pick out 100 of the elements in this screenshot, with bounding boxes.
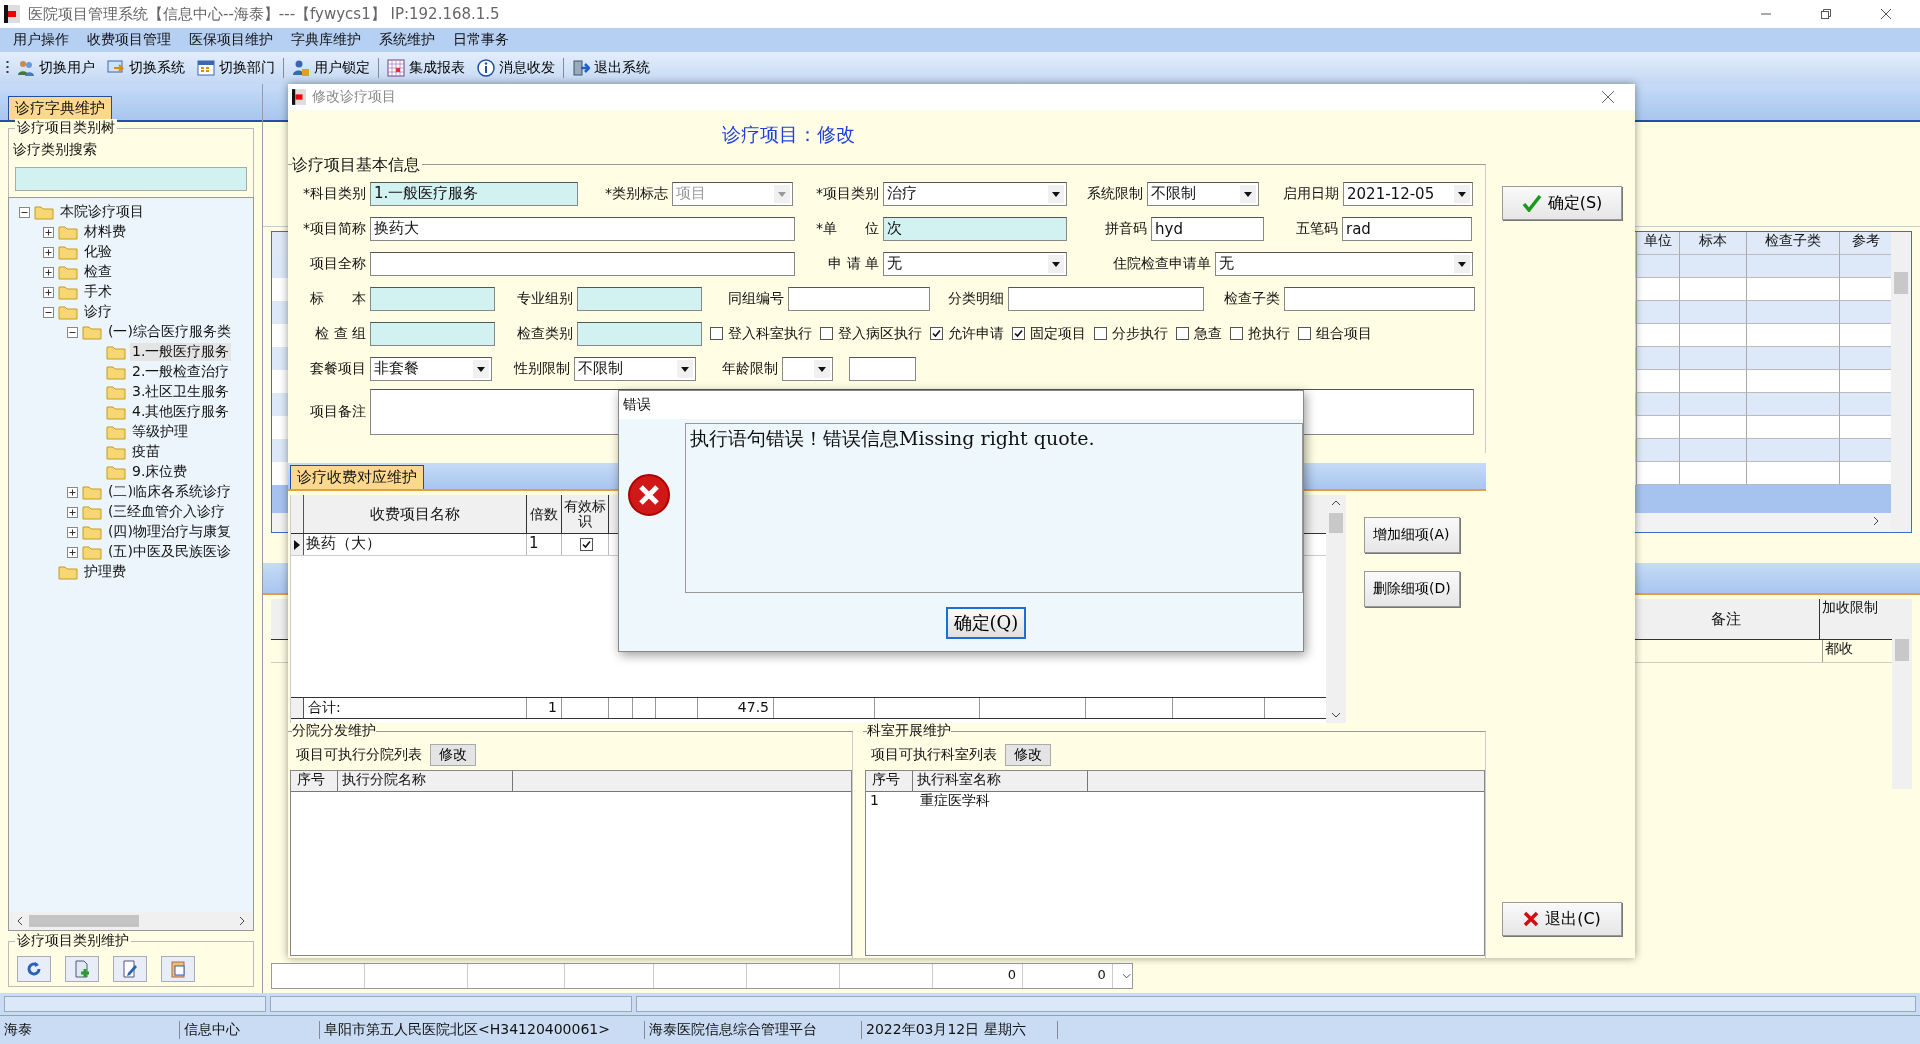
input-field[interactable]: [370, 286, 495, 311]
scroll-up-icon[interactable]: [1331, 499, 1341, 507]
tree-item[interactable]: 检查: [82, 263, 114, 281]
dropdown[interactable]: 无: [883, 251, 1067, 276]
tree-item[interactable]: 等级护理: [130, 423, 190, 441]
checkbox[interactable]: [1176, 327, 1189, 340]
column-header[interactable]: 序号: [866, 771, 913, 791]
tree-item[interactable]: 3.社区卫生服务: [130, 383, 232, 401]
close-icon[interactable]: [1601, 90, 1615, 104]
toolbar-button[interactable]: 切换系统: [103, 59, 189, 77]
dropdown[interactable]: 治疗: [883, 181, 1067, 206]
tab[interactable]: 诊疗收费对应维护: [290, 465, 424, 489]
checkbox[interactable]: [1012, 327, 1025, 340]
input-field[interactable]: [577, 286, 702, 311]
column-header[interactable]: 执行科室名称: [913, 771, 1088, 791]
expand-icon[interactable]: [43, 246, 54, 258]
input-field[interactable]: 次: [883, 216, 1067, 241]
column-header[interactable]: 倍数: [527, 495, 562, 533]
scroll-thumb[interactable]: [1329, 513, 1343, 533]
edit-button[interactable]: 修改: [1005, 744, 1051, 766]
column-header[interactable]: 执行分院名称: [338, 771, 513, 791]
input-field[interactable]: [1284, 286, 1475, 311]
dropdown[interactable]: 无: [1215, 251, 1473, 276]
tree-item[interactable]: 9.床位费: [130, 463, 190, 481]
checkbox[interactable]: [710, 327, 723, 340]
scroll-down-icon[interactable]: [1331, 711, 1341, 719]
column-header[interactable]: 序号: [291, 771, 338, 791]
input-field[interactable]: [849, 356, 916, 381]
toolbar-button[interactable]: 切换用户: [13, 59, 99, 77]
tree-item[interactable]: 疫苗: [130, 443, 162, 461]
column-header[interactable]: 有效标识: [562, 495, 609, 533]
toolbar-button[interactable]: 用户锁定: [288, 59, 374, 77]
input-field[interactable]: [788, 286, 930, 311]
button[interactable]: 增加细项(A): [1364, 517, 1460, 553]
tree-item[interactable]: 材料费: [82, 223, 128, 241]
dropdown[interactable]: 2021-12-05: [1343, 181, 1473, 206]
menu-item[interactable]: 系统维护: [370, 31, 444, 49]
dropdown[interactable]: 不限制: [574, 356, 696, 381]
tree-item[interactable]: 4.其他医疗服务: [130, 403, 232, 421]
toolbar-button[interactable]: 切换部门: [193, 59, 279, 77]
edit-button[interactable]: [113, 956, 147, 982]
input-field[interactable]: [1008, 286, 1204, 311]
input-field[interactable]: rad: [1342, 216, 1472, 241]
tree-item[interactable]: (四)物理治疗与康复: [106, 523, 233, 541]
input-field[interactable]: [577, 321, 702, 346]
collapse-icon[interactable]: [67, 326, 78, 338]
toolbar-button[interactable]: 集成报表: [383, 59, 469, 77]
column-header[interactable]: 收费项目名称: [304, 495, 527, 533]
button[interactable]: 删除细项(D): [1364, 571, 1460, 607]
tree-item[interactable]: 手术: [82, 283, 114, 301]
refresh-button[interactable]: [17, 956, 51, 982]
expand-icon[interactable]: [43, 266, 54, 278]
menu-item[interactable]: 字典库维护: [282, 31, 370, 49]
tree-item[interactable]: 化验: [82, 243, 114, 261]
toolbar-button[interactable]: 消息收发: [473, 59, 559, 77]
collapse-icon[interactable]: [19, 206, 30, 218]
checkbox[interactable]: [820, 327, 833, 340]
checkbox[interactable]: [1298, 327, 1311, 340]
checkbox[interactable]: [1230, 327, 1243, 340]
scroll-left-icon[interactable]: [15, 916, 25, 926]
tree-item[interactable]: 本院诊疗项目: [58, 203, 146, 221]
tree-item[interactable]: 护理费: [82, 563, 128, 581]
restore-icon[interactable]: [1820, 8, 1832, 20]
edit-button[interactable]: 修改: [430, 744, 476, 766]
input-field[interactable]: [370, 251, 795, 276]
expand-icon[interactable]: [43, 226, 54, 238]
expand-icon[interactable]: [67, 506, 78, 518]
scrollbar[interactable]: [9, 912, 253, 930]
menu-item[interactable]: 医保项目维护: [180, 31, 282, 49]
tree-item[interactable]: (三经血管介入诊疗: [106, 503, 228, 521]
exit-button[interactable]: 退出(C): [1502, 902, 1622, 936]
input-field[interactable]: [370, 321, 495, 346]
tree-item[interactable]: (一)综合医疗服务类: [106, 323, 233, 341]
expand-icon[interactable]: [67, 546, 78, 558]
tree-item[interactable]: 2.一般检查治疗: [130, 363, 232, 381]
input-field[interactable]: 换药大: [370, 216, 795, 241]
close-icon[interactable]: [1880, 8, 1892, 20]
search-field[interactable]: [15, 167, 247, 191]
add-button[interactable]: [65, 956, 99, 982]
input-field[interactable]: 1.一般医疗服务: [370, 181, 578, 206]
expand-icon[interactable]: [43, 286, 54, 298]
checkbox[interactable]: [930, 327, 943, 340]
confirm-button[interactable]: 确定(S): [1502, 186, 1622, 220]
menu-item[interactable]: 收费项目管理: [78, 31, 180, 49]
checkbox[interactable]: [579, 538, 593, 551]
collapse-icon[interactable]: [43, 306, 54, 318]
menu-item[interactable]: 用户操作: [4, 31, 78, 49]
expand-icon[interactable]: [67, 526, 78, 538]
expand-icon[interactable]: [67, 486, 78, 498]
dropdown[interactable]: 非套餐: [370, 356, 492, 381]
paste-button[interactable]: [161, 956, 195, 982]
column-header[interactable]: 备注: [1632, 599, 1819, 639]
tab[interactable]: 诊疗字典维护: [8, 96, 112, 120]
tree-item[interactable]: 1.一般医疗服务: [130, 343, 232, 361]
scrollbar[interactable]: [1892, 599, 1912, 789]
scrollbar[interactable]: [1326, 495, 1346, 723]
row-header[interactable]: [291, 534, 304, 555]
tree-item[interactable]: (二)临床各系统诊疗: [106, 483, 233, 501]
checkbox[interactable]: [1094, 327, 1107, 340]
dropdown[interactable]: 不限制: [1147, 181, 1259, 206]
